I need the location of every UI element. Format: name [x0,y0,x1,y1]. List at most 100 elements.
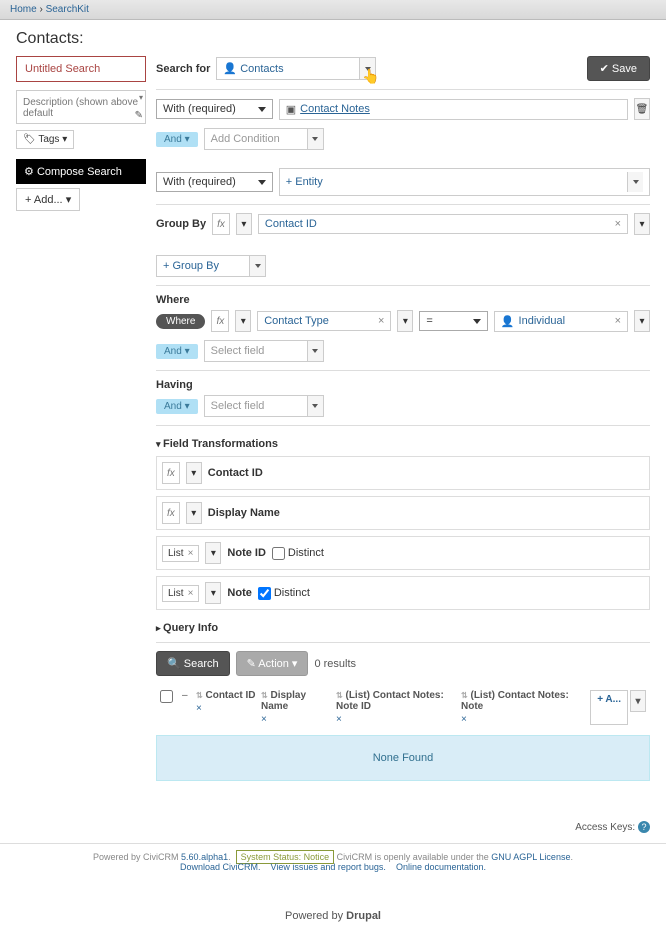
and-button[interactable]: And ▾ [156,344,198,359]
caret-down-icon: ▾ [66,194,72,206]
version-link[interactable]: 5.60.alpha1 [181,852,228,862]
caret-down-icon[interactable]: ▾ [630,690,646,712]
remove-icon[interactable]: × [188,588,194,599]
with-select-2[interactable]: With (required) [156,172,273,192]
add-condition-select[interactable]: Add Condition [204,128,324,150]
search-for-label: Search for [156,63,210,75]
caret-down-icon[interactable]: ▾ [397,310,413,332]
group-by-field[interactable]: Contact ID × [258,214,628,234]
fx-button[interactable]: fx [212,213,230,235]
select-all-checkbox[interactable] [160,690,173,703]
caret-down-icon [307,396,323,416]
footer: Powered by CiviCRM 5.60.alpha1. System S… [0,843,666,880]
caret-down-icon [307,129,323,149]
search-name-input[interactable]: Untitled Search [16,56,146,82]
caret-down-icon [359,58,375,79]
distinct-checkbox[interactable]: Distinct [258,587,310,600]
tags-button[interactable]: 🏷 Tags ▾ [16,130,74,149]
where-field[interactable]: Contact Type × [257,311,391,331]
ft-label: Note ID [227,547,266,559]
having-add-field-select[interactable]: Select field [204,395,324,417]
note-icon: ▣ [286,103,296,116]
search-button[interactable]: 🔍 Search [156,651,230,676]
list-pill[interactable]: List × [162,545,199,562]
where-op-select[interactable]: = [419,311,487,331]
download-link[interactable]: Download CiviCRM. [180,862,261,872]
caret-down-icon[interactable]: ▾ [186,502,202,524]
compose-search-button[interactable]: ⚙ Compose Search [16,159,146,184]
access-keys: Access Keys: ? [0,811,666,843]
issues-link[interactable]: View issues and report bugs. [271,862,386,872]
distinct-checkbox[interactable]: Distinct [272,547,324,560]
fx-button[interactable]: fx [162,502,180,524]
action-button[interactable]: ✎ Action ▾ [236,651,309,676]
with-select-1[interactable]: With (required) [156,99,273,119]
chevron-down-icon[interactable]: ▾ [139,93,143,102]
results-count: 0 results [314,658,356,670]
breadcrumb-home[interactable]: Home [10,4,37,15]
where-label: Where [156,294,650,306]
remove-column-icon[interactable]: × [336,714,461,725]
where-pill: Where [156,314,205,329]
join1-entity[interactable]: ▣ Contact Notes [279,99,628,120]
resize-handle-icon[interactable]: ✎ [135,110,143,121]
list-pill[interactable]: List × [162,585,199,602]
breadcrumb: Home › SearchKit [0,0,666,20]
trash-icon[interactable]: 🗑 [634,98,650,120]
tag-icon: 🏷 [23,134,36,145]
caret-down-icon[interactable]: ▾ [634,310,650,332]
caret-down-icon[interactable]: ▾ [205,582,221,604]
ft-label: Display Name [208,507,280,519]
remove-icon[interactable]: × [378,315,384,327]
page-title: Contacts: [0,20,666,56]
caret-down-icon[interactable]: ▾ [186,462,202,484]
fx-button[interactable]: fx [162,462,180,484]
remove-icon[interactable]: × [615,218,621,230]
add-column-button[interactable]: + A... [590,690,628,725]
caret-down-icon[interactable]: ▾ [634,213,650,235]
caret-down-icon [627,172,643,192]
expand-toggle[interactable]: – [182,690,196,725]
caret-down-icon [307,341,323,361]
license-link[interactable]: GNU AGPL License [491,852,570,862]
having-label: Having [156,379,650,391]
ft-row: fx ▾ Display Name [156,496,650,530]
caret-down-icon [249,256,265,276]
caret-down-icon[interactable]: ▾ [236,213,252,235]
user-icon: 👤 [501,315,515,328]
remove-column-icon[interactable]: × [461,714,571,725]
field-transformations-header[interactable]: Field Transformations [156,438,650,450]
save-button[interactable]: Save [587,56,650,81]
query-info-header[interactable]: Query Info [156,622,650,634]
add-group-by-button[interactable]: + Group By [156,255,266,277]
cogs-icon: ⚙ [24,166,34,178]
content: Search for 👤 Contacts 👆 Save With (requi… [156,56,650,781]
search-for-entity-select[interactable]: 👤 Contacts [216,57,376,80]
add-button[interactable]: + Add... ▾ [16,188,80,211]
where-value[interactable]: 👤 Individual × [494,311,628,332]
docs-link[interactable]: Online documentation. [396,862,486,872]
join2-entity-select[interactable]: + Entity [279,168,650,196]
remove-column-icon[interactable]: × [196,703,261,714]
ft-row: List × ▾ Note ID Distinct [156,536,650,570]
ft-label: Contact ID [208,467,263,479]
caret-down-icon[interactable]: ▾ [205,542,221,564]
caret-down-icon[interactable]: ▾ [235,310,251,332]
ft-row: List × ▾ Note Distinct [156,576,650,610]
powered-by: Powered by Drupal [0,880,666,952]
where-add-field-select[interactable]: Select field [204,340,324,362]
remove-column-icon[interactable]: × [261,714,336,725]
and-button[interactable]: And ▾ [156,399,198,414]
none-found-message: None Found [156,735,650,781]
description-input[interactable]: Description (shown above default ▾ ✎ [16,90,146,124]
remove-icon[interactable]: × [615,315,621,327]
and-button[interactable]: And ▾ [156,132,198,147]
results-table-header: – ⇅ Contact ID× ⇅ Display Name× ⇅ (List)… [156,684,650,731]
remove-icon[interactable]: × [188,548,194,559]
sidebar: Untitled Search Description (shown above… [16,56,146,781]
fx-button[interactable]: fx [211,310,229,332]
group-by-label: Group By [156,218,206,230]
ft-label: Note [227,587,251,599]
breadcrumb-current[interactable]: SearchKit [46,4,89,15]
ft-row: fx ▾ Contact ID [156,456,650,490]
